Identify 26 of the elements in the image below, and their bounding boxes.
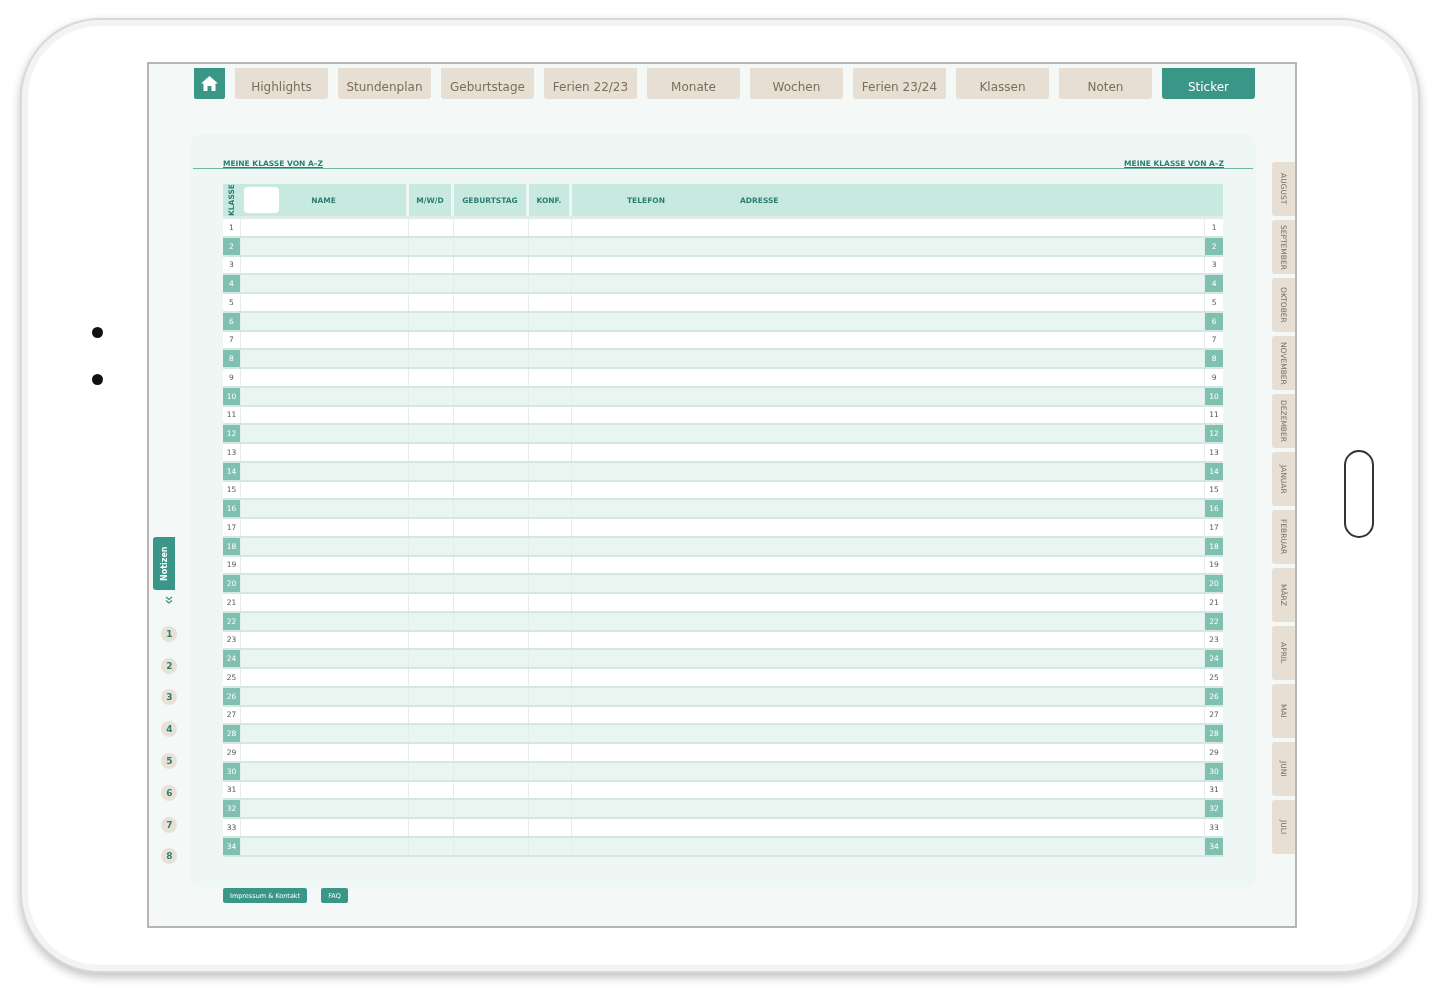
home-icon <box>199 75 219 92</box>
notes-page-button[interactable]: 2 <box>161 657 178 674</box>
notes-page-button[interactable]: 5 <box>161 753 178 769</box>
camera-dot <box>92 327 103 338</box>
nav-tab[interactable]: Wochen <box>749 68 843 99</box>
double-chevron-icon[interactable] <box>165 596 174 604</box>
nav-tab[interactable]: Sticker <box>1161 68 1255 99</box>
nav-tab[interactable]: Monate <box>646 68 740 99</box>
sensor-dot <box>92 374 103 385</box>
notes-page-button[interactable]: 7 <box>161 816 178 833</box>
nav-tab[interactable]: Ferien 23/24 <box>852 68 946 99</box>
nav-tab[interactable]: Klassen <box>955 68 1049 99</box>
notes-tab[interactable]: Notizen <box>153 537 176 590</box>
nav-tab[interactable]: Noten <box>1058 68 1152 99</box>
home-button[interactable] <box>193 68 225 99</box>
nav-tab[interactable]: Geburtstage <box>440 68 534 99</box>
nav-tab[interactable]: Highlights <box>234 68 328 99</box>
notes-page-button[interactable]: 6 <box>161 784 178 801</box>
notes-page-button[interactable]: 4 <box>161 721 178 738</box>
notes-page-button[interactable]: 8 <box>161 848 178 865</box>
home-hardware-button[interactable] <box>1344 450 1374 538</box>
nav-tab[interactable]: Stundenplan <box>337 68 431 99</box>
notes-page-button[interactable]: 3 <box>161 689 178 706</box>
notes-page-button[interactable]: 1 <box>161 625 178 642</box>
nav-tab[interactable]: Ferien 22/23 <box>543 68 637 99</box>
class-input-field[interactable] <box>243 187 279 213</box>
